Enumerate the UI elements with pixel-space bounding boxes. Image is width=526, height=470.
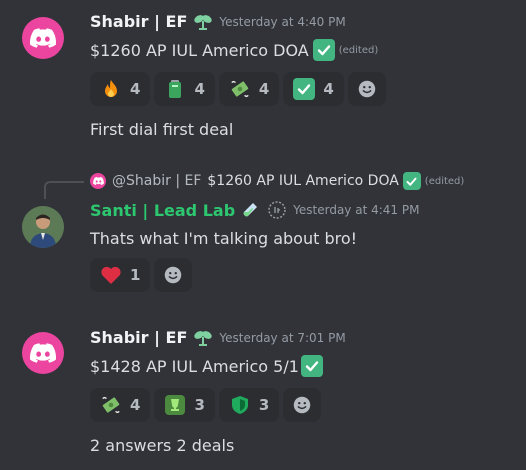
add-reaction-button[interactable] <box>154 258 193 292</box>
message-content: $1260 AP IUL Americo DOA (edited) <box>90 39 378 61</box>
add-reaction-icon <box>162 264 184 286</box>
message-content: $1428 AP IUL Americo 5/1 <box>90 355 323 377</box>
avatar[interactable] <box>22 332 64 374</box>
message-text: First dial first deal <box>90 120 234 139</box>
reaction-count: 3 <box>258 396 270 414</box>
leaf-badge-icon <box>193 329 213 347</box>
add-reaction-icon <box>356 78 378 100</box>
reaction-count: 4 <box>323 80 334 98</box>
reaction-battery[interactable]: 4 <box>154 72 215 106</box>
reply-connector <box>44 181 84 199</box>
reaction-fire[interactable]: 4 <box>90 72 151 106</box>
reaction-check[interactable]: 4 <box>283 72 344 106</box>
username[interactable]: Shabir | EF <box>90 12 187 31</box>
timestamp[interactable]: Yesterday at 4:41 PM <box>293 203 419 217</box>
avatar[interactable] <box>22 17 64 59</box>
shield-icon <box>229 394 251 416</box>
reaction-money[interactable]: 4 <box>218 72 280 106</box>
add-reaction-button[interactable] <box>283 388 322 422</box>
username[interactable]: Shabir | EF <box>90 328 187 347</box>
message-text: $1260 AP IUL Americo DOA <box>90 40 309 60</box>
reaction-shield[interactable]: 3 <box>218 388 280 422</box>
message-header: Shabir | EF Yesterday at 7:01 PM <box>90 328 346 347</box>
server-tag-icon <box>267 200 287 220</box>
reaction-count: 4 <box>130 80 141 98</box>
heart-icon <box>100 264 122 286</box>
timestamp[interactable]: Yesterday at 7:01 PM <box>219 331 345 345</box>
test-tube-icon <box>241 201 259 219</box>
message-text: Thats what I'm talking about bro! <box>90 229 358 248</box>
reaction-money[interactable]: 4 <box>90 388 151 422</box>
message-text: 2 answers 2 deals <box>90 436 235 455</box>
avatar <box>90 173 106 189</box>
reaction-count: 4 <box>258 80 270 98</box>
reaction-count: 3 <box>194 396 205 414</box>
edited-label: (edited) <box>338 44 379 56</box>
discord-logo-icon <box>93 177 104 185</box>
reaction-count: 4 <box>130 396 141 414</box>
reply-text: $1260 AP IUL Americo DOA <box>207 173 399 189</box>
reaction-count: 1 <box>130 266 141 284</box>
message-text: $1428 AP IUL Americo 5/1 <box>90 356 299 376</box>
timestamp[interactable]: Yesterday at 4:40 PM <box>219 15 345 29</box>
money-wings-icon <box>229 78 251 100</box>
discord-logo-icon <box>30 343 56 363</box>
add-reaction-button[interactable] <box>347 72 386 106</box>
reply-preview[interactable]: @Shabir | EF $1260 AP IUL Americo DOA (e… <box>90 172 464 190</box>
message-header: Shabir | EF Yesterday at 4:40 PM <box>90 12 346 31</box>
money-wings-icon <box>100 394 122 416</box>
reaction-bar: 4 3 3 <box>90 388 322 422</box>
check-mark-icon <box>293 78 316 100</box>
trophy-icon <box>164 394 186 416</box>
leaf-badge-icon <box>193 13 213 31</box>
check-mark-icon <box>312 39 335 61</box>
reply-author[interactable]: @Shabir | EF <box>112 173 201 189</box>
reaction-count: 4 <box>194 80 205 98</box>
avatar[interactable] <box>22 206 64 248</box>
username[interactable]: Santi | Lead Lab <box>90 201 235 220</box>
battery-icon <box>164 78 186 100</box>
reaction-bar: 4 4 4 4 <box>90 72 386 106</box>
check-mark-icon <box>300 355 323 377</box>
discord-logo-icon <box>30 28 56 48</box>
message-header: Santi | Lead Lab Yesterday at 4:41 PM <box>90 200 419 220</box>
check-mark-icon <box>402 172 421 190</box>
reaction-heart[interactable]: 1 <box>90 258 151 292</box>
reaction-trophy[interactable]: 3 <box>154 388 215 422</box>
reaction-bar: 1 <box>90 258 193 292</box>
edited-label: (edited) <box>424 175 465 187</box>
add-reaction-icon <box>291 394 313 416</box>
fire-icon <box>100 78 122 100</box>
